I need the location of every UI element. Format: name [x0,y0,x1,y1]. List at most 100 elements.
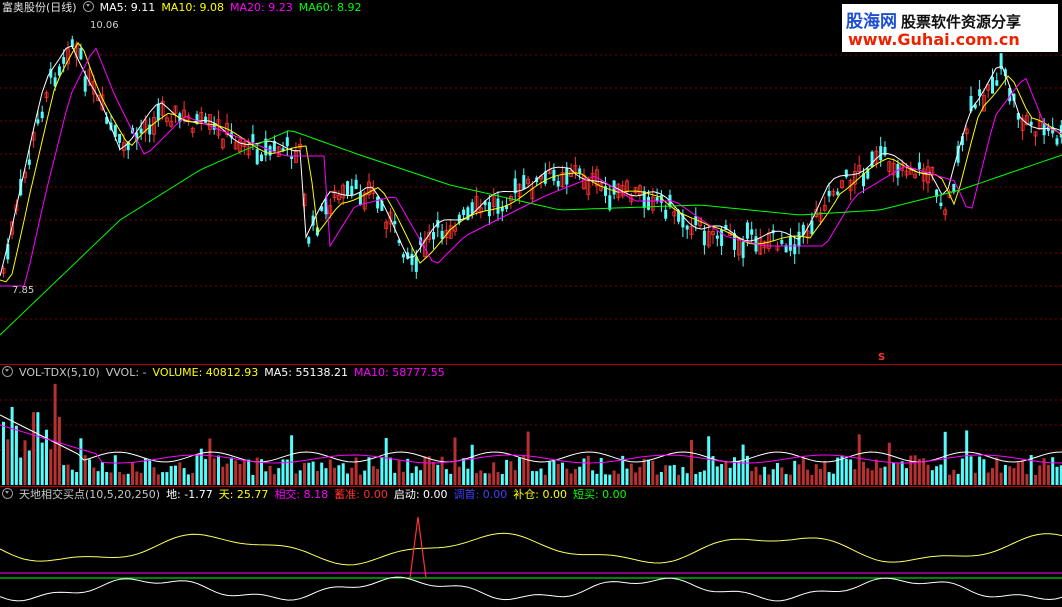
volume-bar [143,458,147,485]
volume-bar [930,470,934,485]
volume-bar [1016,462,1020,485]
stock-title: 富奥股份(日线) [2,1,77,14]
volume-bar [917,458,921,485]
volume-bar [199,448,203,485]
volume-bar [174,465,177,485]
xiangjiao-label: 相交: 8.18 [274,488,329,501]
volume-bar [935,466,939,485]
volume-bar [238,464,242,485]
volume-bar [797,464,801,485]
candle-body [487,202,491,217]
volume-bar [1003,464,1007,485]
price-pane[interactable]: 富奥股份(日线) MA5: 9.11 MA10: 9.08 MA20: 9.23 MA6… [0,0,1062,365]
tian-label: 天: 25.77 [218,488,269,501]
volume-bar [647,459,650,485]
volume-bar [131,462,134,485]
volume-bar [393,472,397,485]
volume-bar [294,473,298,485]
vol-ma10-label: MA10: 58777.55 [353,366,445,379]
volume-bar [741,444,745,485]
price-header: 富奥股份(日线) MA5: 9.11 MA10: 9.08 MA20: 9.23 MA6… [2,1,367,15]
volume-bar [57,416,61,485]
volume-bar [195,455,199,485]
volume-bar [526,431,530,485]
volume-bar [165,472,169,485]
volume-bar [939,464,943,485]
dropdown-circle-icon[interactable] [2,488,13,499]
volume-bar [19,457,23,485]
volume-bar [169,466,173,485]
indicator-pane[interactable]: 天地相交买点(10,5,20,250) 地: -1.77 天: 25.77 相交: 8… [0,487,1062,607]
pane-separator [0,364,1062,365]
candle-body [552,169,556,181]
volume-bar [40,442,44,485]
vol-indicator-label: VOL-TDX(5,10) [19,366,100,379]
volume-bar [690,439,693,485]
volume-bar [371,466,375,485]
candle-body [251,134,255,143]
volume-bar [268,465,272,485]
volume-bar [156,474,160,485]
candle-body [715,235,719,239]
volume-bar [109,472,113,485]
volume-bar [66,464,70,485]
volume-bar [419,470,423,485]
volume-bar [862,461,865,485]
volume-bar [492,462,496,485]
volume-bar [788,474,792,485]
volume-bar [367,457,371,485]
candle-body [745,222,749,239]
volume-bar [883,466,887,485]
volume-bar [401,471,405,485]
volume-bar [604,474,607,485]
volume-pane[interactable]: VOL-TDX(5,10) VVOL: - VOLUME: 40812.93 MA5:… [0,365,1062,487]
volume-bar [307,462,311,485]
volume-bar [462,458,466,485]
candle-body [410,253,414,265]
volume-bar [1021,460,1025,485]
volume-bar [844,458,848,485]
volume-bar [208,438,212,485]
candle-body [995,80,999,86]
volume-bar [616,473,620,485]
volume-chart[interactable] [0,365,1062,487]
low-price-label: 7.85 [12,285,35,296]
dropdown-circle-icon[interactable] [82,1,94,12]
volume-bar [285,459,289,485]
qidong-label: 启动: 0.00 [393,488,448,501]
volume-bar [659,472,663,485]
volume-bar [702,470,706,485]
candle-body [522,175,526,190]
volume-bar [836,457,840,485]
volume-bar [88,459,91,485]
volume-bar [810,474,814,485]
volume-bar [118,471,122,485]
volume-bar [466,468,470,485]
volume-bar [870,470,874,485]
volume-bar [535,471,539,485]
volume-bar [806,469,810,485]
volume-bar [1051,457,1055,485]
volume-bar [234,460,238,485]
candlestick-chart[interactable] [0,0,1062,365]
volume-bar [161,472,165,485]
candle-body [260,154,263,162]
volume-bar [10,406,14,485]
volume-bar [965,430,969,485]
volume-bar [849,459,853,485]
volume-bar [14,425,18,485]
volume-bar [823,461,827,485]
volume-bar [569,473,573,485]
volume-bar [758,474,762,485]
candle-body [685,225,689,230]
dropdown-circle-icon[interactable] [2,366,13,377]
ma10-label: MA10: 9.08 [161,1,225,14]
volume-bar [629,463,633,485]
volume-bar [913,455,917,485]
volume-bar [698,471,702,485]
volume-bar [978,456,982,485]
volume-bar [397,460,401,485]
volume-bar [324,468,328,485]
volume-bar [776,463,779,485]
indicator-chart[interactable] [0,487,1062,607]
